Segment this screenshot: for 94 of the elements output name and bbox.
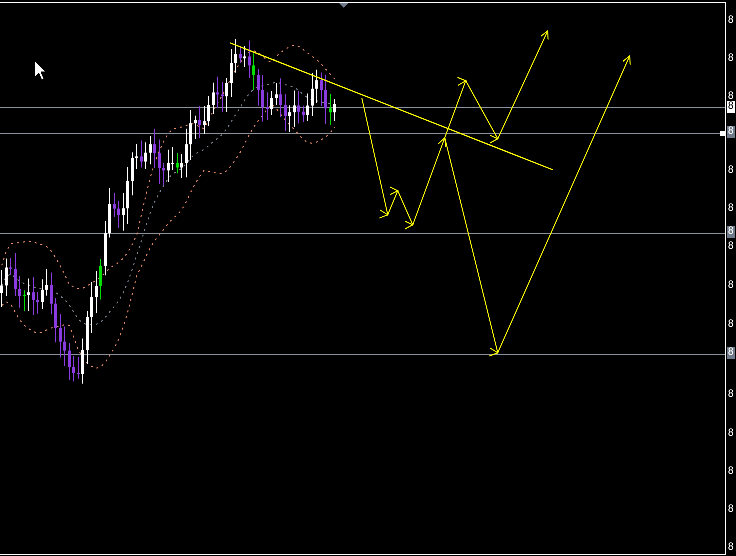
price-tag: 8 bbox=[727, 226, 736, 238]
price-label: 8 bbox=[728, 92, 734, 102]
candlestick bbox=[113, 192, 116, 218]
candlestick bbox=[257, 68, 260, 106]
candlestick bbox=[68, 343, 71, 380]
candlestick bbox=[158, 139, 161, 185]
candlestick bbox=[104, 220, 107, 276]
candlestick bbox=[14, 252, 17, 297]
candlestick bbox=[131, 152, 134, 196]
candlestick bbox=[203, 105, 206, 135]
candlestick bbox=[90, 282, 94, 334]
candlestick bbox=[10, 258, 12, 276]
candlestick bbox=[280, 78, 282, 118]
candlestick bbox=[216, 76, 220, 109]
candlestick bbox=[324, 74, 328, 125]
candlestick bbox=[140, 140, 143, 168]
candlestick bbox=[329, 94, 332, 126]
candlestick bbox=[185, 128, 188, 178]
price-tag: 8 bbox=[727, 101, 736, 113]
candlestick bbox=[212, 82, 215, 116]
candlestick bbox=[275, 82, 278, 106]
price-tag: 8 bbox=[727, 347, 736, 359]
candlestick bbox=[122, 192, 125, 232]
candlestick bbox=[0, 270, 4, 308]
candlestick bbox=[239, 46, 242, 64]
candlestick bbox=[334, 98, 336, 122]
candlestick bbox=[226, 78, 228, 113]
candlestick bbox=[298, 90, 300, 124]
candlestick bbox=[270, 90, 274, 116]
candlestick bbox=[77, 356, 80, 380]
scroll-marker-icon bbox=[339, 3, 349, 8]
candlestick bbox=[95, 270, 98, 314]
candlestick bbox=[41, 279, 44, 310]
price-label: 8 bbox=[728, 320, 734, 330]
candlestick bbox=[82, 338, 84, 384]
candlestick bbox=[36, 291, 40, 314]
candlestick bbox=[23, 290, 26, 312]
candlestick bbox=[293, 90, 296, 128]
candlestick bbox=[244, 46, 246, 68]
candlestick bbox=[5, 258, 8, 297]
candlestick bbox=[198, 106, 202, 139]
price-label: 8 bbox=[728, 204, 734, 214]
price-label: 8 bbox=[728, 281, 734, 291]
candlestick bbox=[64, 326, 66, 367]
candlestick bbox=[100, 259, 102, 300]
candlestick bbox=[50, 272, 53, 316]
candlestick bbox=[190, 110, 192, 161]
candlestick bbox=[72, 356, 76, 382]
price-label: 8 bbox=[728, 54, 734, 64]
price-label: 8 bbox=[728, 505, 734, 515]
candlestick bbox=[149, 136, 152, 166]
candlestick bbox=[306, 93, 310, 122]
candlestick bbox=[234, 38, 238, 74]
candlestick bbox=[136, 144, 138, 170]
candlestick bbox=[262, 74, 264, 122]
candlestick bbox=[320, 72, 323, 107]
candlestick bbox=[59, 313, 62, 358]
candlestick bbox=[230, 48, 233, 98]
price-label: 8 bbox=[728, 242, 734, 252]
candlestick bbox=[154, 128, 156, 169]
price-tag: 8 bbox=[727, 126, 736, 138]
candlestick bbox=[248, 40, 251, 79]
candlestick bbox=[288, 105, 292, 133]
candlestick bbox=[284, 93, 287, 132]
price-label: 8 bbox=[728, 467, 734, 477]
candlestick bbox=[221, 82, 224, 113]
price-label: 8 bbox=[728, 543, 734, 553]
candlestick bbox=[32, 276, 35, 316]
candlestick bbox=[46, 268, 48, 296]
candlestick bbox=[311, 72, 314, 117]
mouse-cursor-icon bbox=[34, 60, 46, 80]
candlestick bbox=[172, 146, 174, 171]
price-label: 8 bbox=[728, 166, 734, 176]
candlestick bbox=[28, 278, 30, 312]
price-label: 8 bbox=[728, 16, 734, 26]
candlestick bbox=[118, 200, 120, 229]
candlestick bbox=[54, 298, 58, 344]
candlestick bbox=[176, 153, 179, 174]
candlestick bbox=[316, 69, 318, 104]
candlestick bbox=[266, 92, 269, 121]
candlestick bbox=[208, 96, 210, 127]
candlestick bbox=[162, 162, 166, 186]
candlestick bbox=[180, 154, 184, 179]
candlestick bbox=[194, 115, 197, 140]
candlestick bbox=[167, 149, 170, 183]
price-label: 8 bbox=[728, 390, 734, 400]
candlestick bbox=[108, 188, 112, 238]
price-label: 8 bbox=[728, 429, 734, 439]
candlestick bbox=[126, 166, 130, 226]
candlestick bbox=[144, 142, 148, 170]
candlestick bbox=[252, 53, 256, 91]
candlestick bbox=[18, 276, 22, 308]
candlestick bbox=[86, 310, 89, 364]
candlestick bbox=[302, 105, 305, 124]
